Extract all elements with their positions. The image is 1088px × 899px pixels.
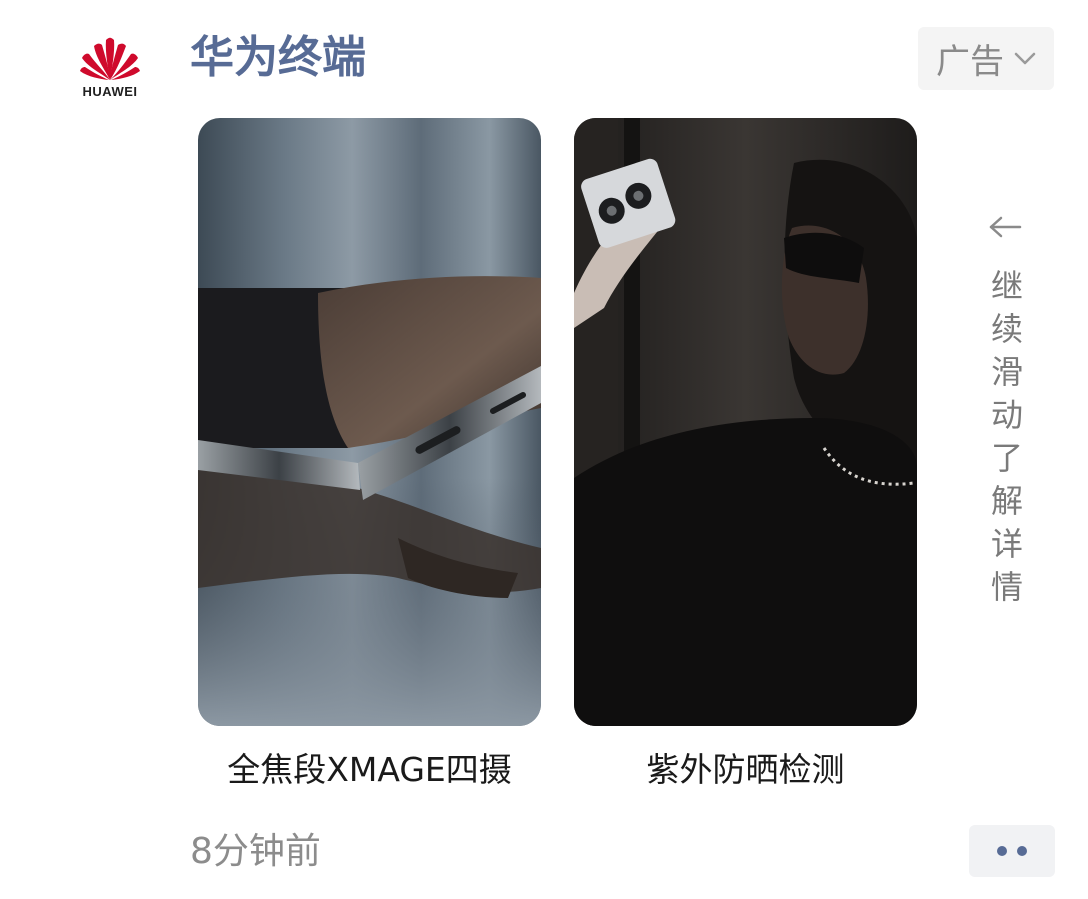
logo-wordmark: HUAWEI [82, 84, 138, 99]
swipe-more-hint[interactable]: 继续滑动了解详情 [982, 215, 1028, 613]
foldable-phone-image [198, 118, 541, 726]
card-caption: 紫外防晒检测 [646, 750, 845, 789]
huawei-logo[interactable]: HUAWEI [62, 34, 158, 114]
two-dots-icon [1017, 846, 1027, 856]
card-caption: 全焦段XMAGE四摄 [227, 750, 512, 789]
swipe-hint-text: 继续滑动了解详情 [986, 269, 1024, 613]
two-dots-icon [997, 846, 1007, 856]
ad-post: HUAWEI 华为终端 广告 全焦段XMAGE四摄 紫外防晒检测 继续滑动了解详… [0, 0, 1088, 899]
ad-card-1[interactable]: 全焦段XMAGE四摄 [198, 118, 541, 794]
ad-tag-button[interactable]: 广告 [918, 27, 1054, 90]
ad-card-2[interactable]: 紫外防晒检测 [574, 118, 917, 794]
post-timestamp: 8分钟前 [190, 831, 321, 872]
arrow-left-icon [989, 216, 1022, 238]
huawei-flower-icon [80, 37, 140, 80]
account-name[interactable]: 华为终端 [190, 30, 366, 86]
ad-tag-label: 广告 [936, 42, 1004, 82]
chevron-down-icon [1014, 52, 1036, 64]
more-options-button[interactable] [969, 825, 1055, 877]
woman-with-phone-image [574, 118, 917, 726]
